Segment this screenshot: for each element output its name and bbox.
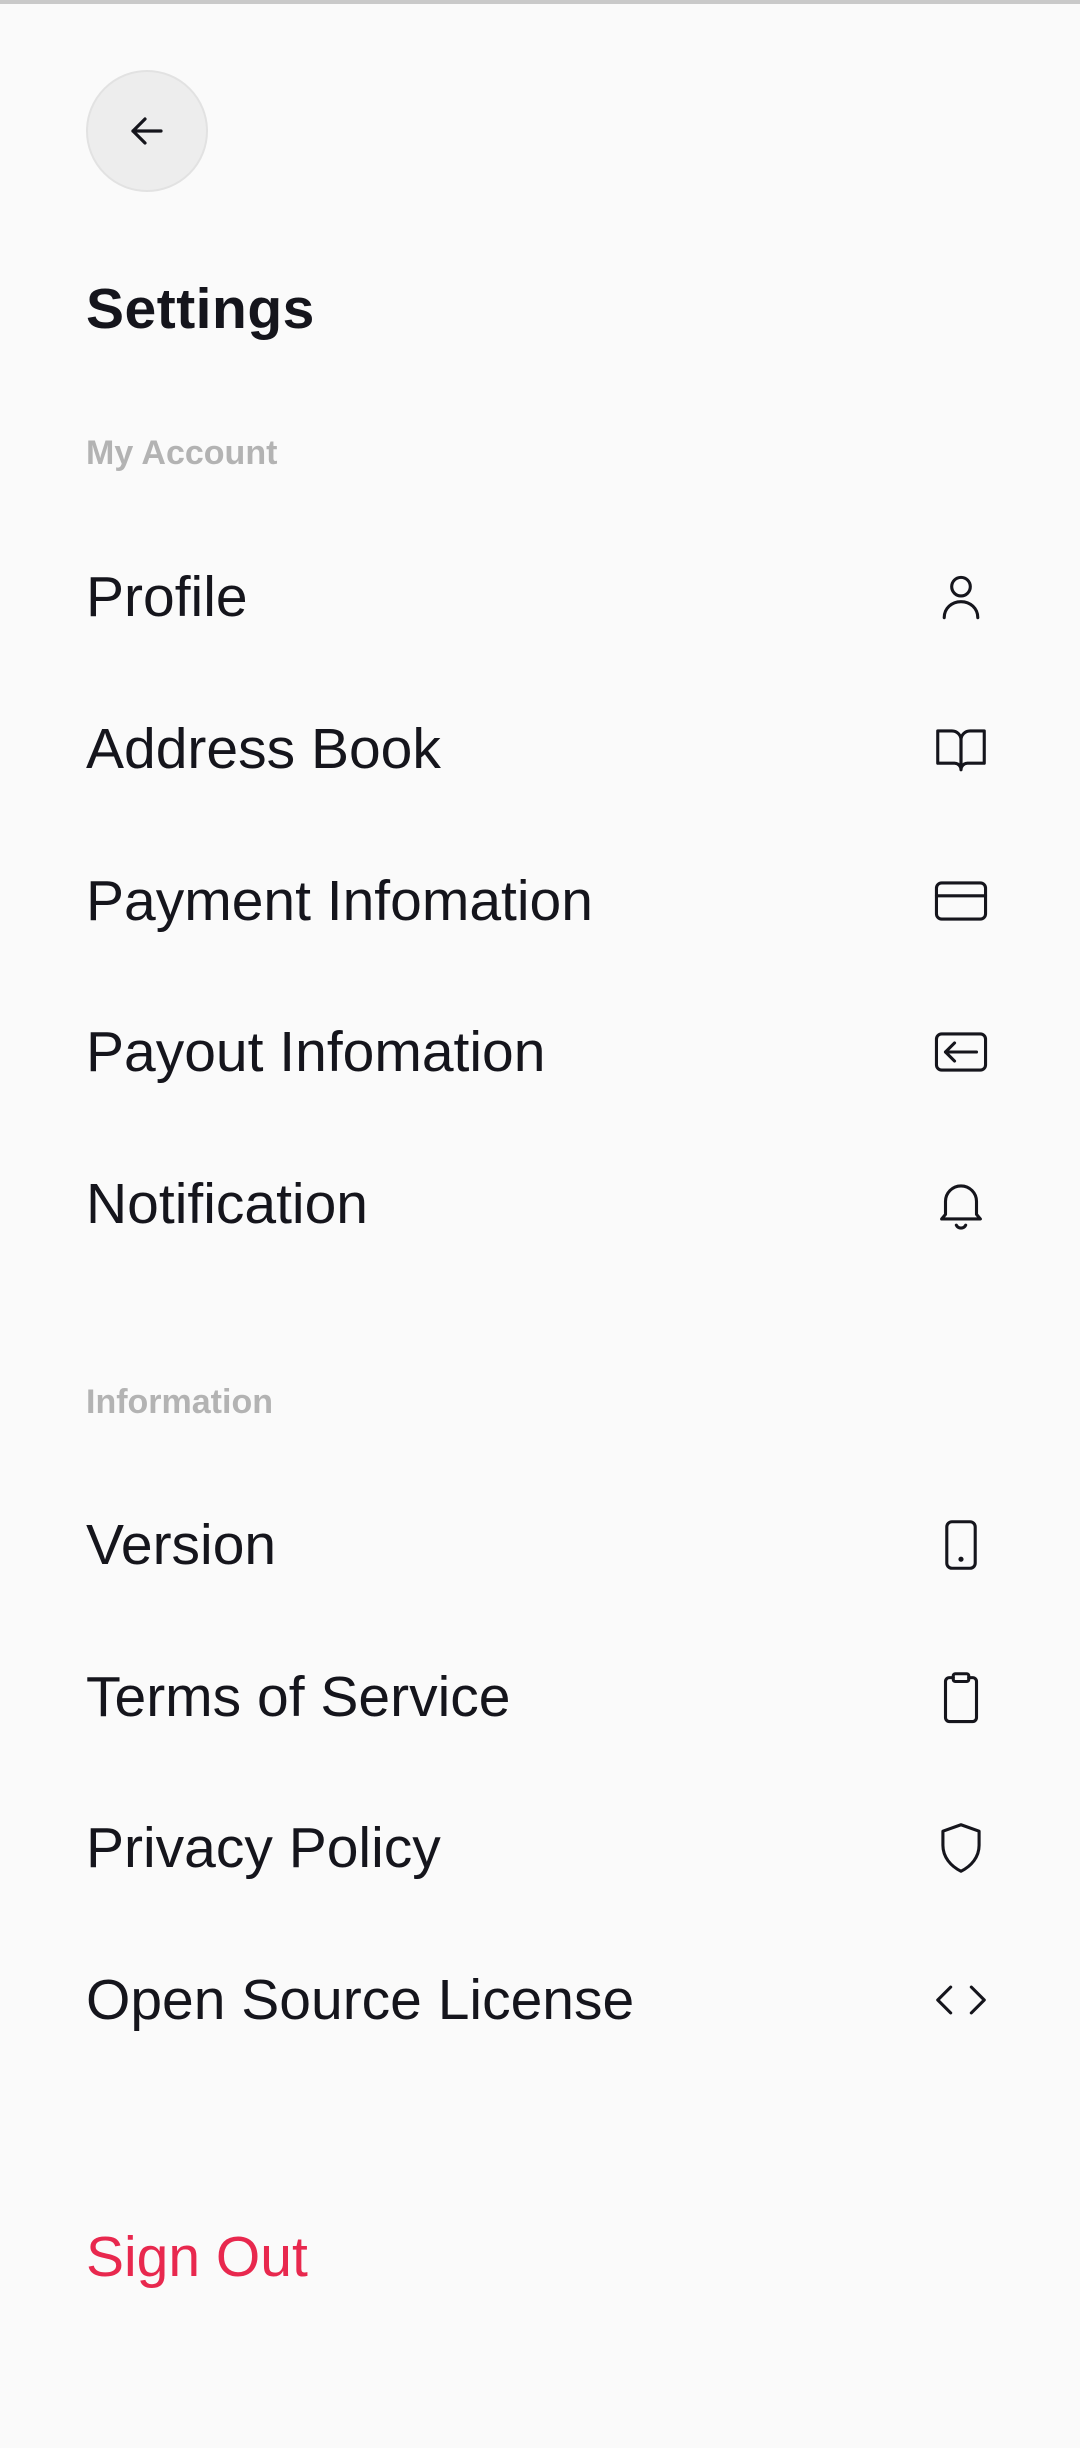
settings-item-label: Payment Infomation bbox=[86, 869, 593, 933]
code-icon bbox=[928, 1967, 994, 2033]
phone-icon bbox=[928, 1512, 994, 1578]
user-icon bbox=[928, 564, 994, 630]
section-label-information: Information bbox=[86, 1383, 273, 1421]
settings-item-privacy-policy[interactable]: Privacy Policy bbox=[86, 1783, 994, 1913]
back-button[interactable] bbox=[86, 70, 208, 192]
settings-item-payout-information[interactable]: Payout Infomation bbox=[86, 987, 994, 1117]
top-divider bbox=[0, 0, 1080, 4]
settings-item-payment-information[interactable]: Payment Infomation bbox=[86, 836, 994, 966]
shield-icon bbox=[928, 1815, 994, 1881]
credit-card-icon bbox=[928, 868, 994, 934]
arrow-left-icon bbox=[131, 117, 163, 145]
settings-item-address-book[interactable]: Address Book bbox=[86, 684, 994, 814]
sign-out-button[interactable]: Sign Out bbox=[86, 2224, 308, 2290]
book-icon bbox=[928, 716, 994, 782]
settings-item-profile[interactable]: Profile bbox=[86, 532, 994, 662]
clipboard-icon bbox=[928, 1664, 994, 1730]
page-title: Settings bbox=[86, 277, 315, 341]
settings-item-open-source-license[interactable]: Open Source License bbox=[86, 1935, 994, 2065]
bell-icon bbox=[928, 1171, 994, 1237]
settings-item-version[interactable]: Version bbox=[86, 1480, 994, 1610]
payout-icon bbox=[928, 1019, 994, 1085]
settings-item-label: Terms of Service bbox=[86, 1665, 511, 1729]
settings-item-notification[interactable]: Notification bbox=[86, 1139, 994, 1269]
settings-item-label: Profile bbox=[86, 565, 248, 629]
settings-item-label: Version bbox=[86, 1513, 277, 1577]
settings-item-label: Address Book bbox=[86, 717, 441, 781]
settings-item-terms-of-service[interactable]: Terms of Service bbox=[86, 1632, 994, 1762]
settings-item-label: Notification bbox=[86, 1172, 368, 1236]
settings-item-label: Open Source License bbox=[86, 1968, 635, 2032]
settings-item-label: Payout Infomation bbox=[86, 1020, 546, 1084]
settings-item-label: Privacy Policy bbox=[86, 1816, 441, 1880]
section-label-my-account: My Account bbox=[86, 434, 278, 472]
